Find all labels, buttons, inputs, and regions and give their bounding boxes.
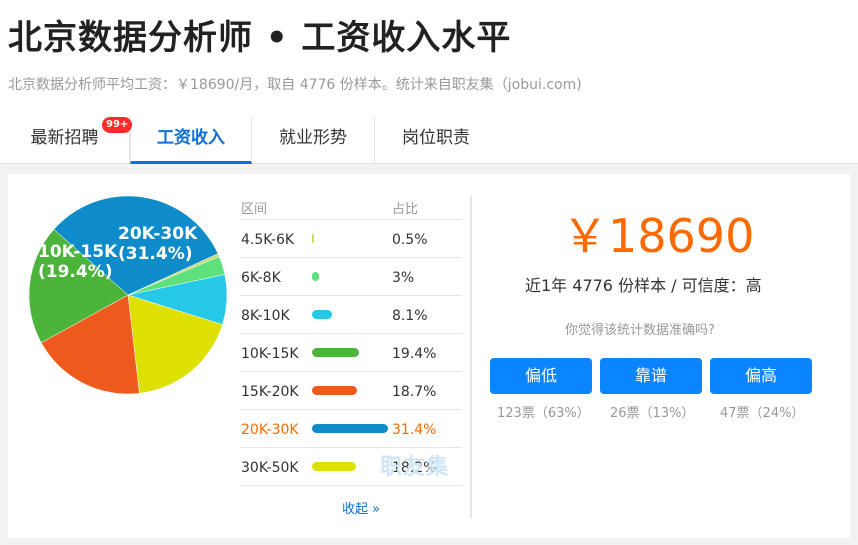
table-row: 10K-15K 19.4% [240, 334, 462, 372]
divider [470, 196, 472, 518]
range-cell: 30K-50K [241, 460, 299, 476]
share-bar [312, 348, 359, 357]
table-header: 区间 占比 [240, 186, 462, 220]
share-cell: 0.5% [392, 232, 428, 248]
salary-distribution-table: 区间 占比 4.5K-6K 0.5% 6K-8K 3% 8K-10K 8.1% 10K-15… [240, 186, 462, 486]
vote-low-button[interactable]: 偏低 [490, 358, 592, 394]
range-cell: 8K-10K [241, 308, 290, 324]
table-row: 20K-30K 31.4% [240, 410, 462, 448]
vote-low-count: 123票（63%） [497, 406, 590, 421]
accuracy-question: 你觉得该统计数据准确吗? [565, 323, 715, 338]
share-cell: 19.4% [392, 346, 437, 362]
range-cell: 6K-8K [241, 270, 281, 286]
page-subtitle: 北京数据分析师平均工资：￥18690/月，取自 4776 份样本。统计来自职友集… [8, 77, 582, 93]
share-bar [312, 386, 358, 395]
share-cell: 18.7% [392, 384, 437, 400]
share-bar [312, 310, 332, 319]
sample-meta: 近1年 4776 份样本 / 可信度：高 [525, 276, 762, 295]
collapse-link[interactable]: 收起 » [342, 498, 380, 517]
range-cell: 4.5K-6K [241, 232, 295, 248]
pie-label-20k-30k: 20K-30K (31.4%) [118, 224, 198, 264]
range-column-header: 区间 [241, 202, 268, 217]
share-column-header: 占比 [392, 202, 419, 217]
page-title: 北京数据分析师 • 工资收入水平 [8, 18, 512, 58]
vote-high-button[interactable]: 偏高 [710, 358, 812, 394]
share-bar [312, 462, 357, 471]
vote-accurate-count: 26票（13%） [610, 406, 695, 421]
jobui-watermark: 职友集 [380, 455, 450, 480]
average-salary: ￥18690 [562, 209, 755, 263]
tab-employment[interactable]: 就业形势 [252, 116, 375, 164]
vote-high-count: 47票（24%） [720, 406, 805, 421]
share-cell: 3% [392, 270, 415, 286]
range-cell: 10K-15K [241, 346, 299, 362]
table-row: 4.5K-6K 0.5% [240, 220, 462, 258]
range-cell: 15K-20K [241, 384, 299, 400]
share-bar [312, 424, 388, 433]
vote-accurate-button[interactable]: 靠谱 [600, 358, 702, 394]
share-cell: 8.1% [392, 308, 428, 324]
table-row: 6K-8K 3% [240, 258, 462, 296]
tab-salary[interactable]: 工资收入 [130, 116, 252, 164]
pie-label-10k-15k: 10K-15K (19.4%) [38, 242, 118, 282]
new-jobs-badge: 99+ [101, 116, 134, 134]
table-row: 8K-10K 8.1% [240, 296, 462, 334]
share-bar [312, 272, 320, 281]
range-cell: 20K-30K [241, 422, 299, 438]
tab-duties[interactable]: 岗位职责 [375, 116, 497, 164]
share-cell: 31.4% [392, 422, 437, 438]
table-row: 15K-20K 18.7% [240, 372, 462, 410]
share-bar [312, 234, 314, 243]
